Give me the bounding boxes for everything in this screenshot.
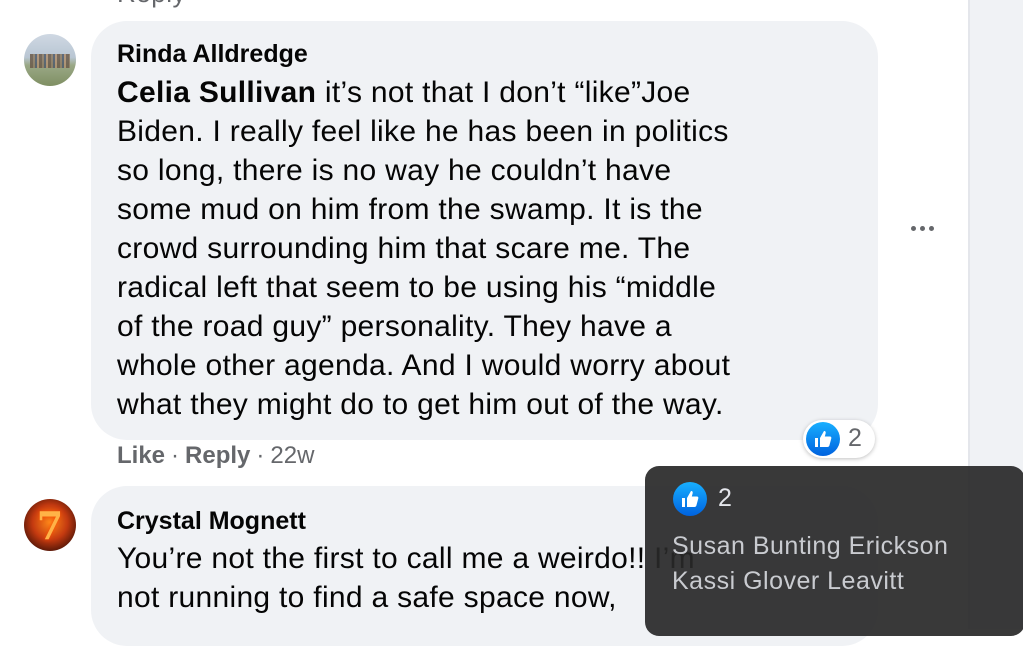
comment-line: crowd surrounding him that scare me. The — [117, 232, 691, 265]
tooltip-reaction-count: 2 — [718, 484, 732, 512]
comment-line: of the road guy” personality. They have … — [117, 310, 672, 343]
like-link[interactable]: Like — [117, 442, 165, 469]
comment-author[interactable]: Crystal Mognett — [117, 507, 306, 536]
like-icon — [806, 422, 840, 456]
comment-line: whole other agenda. And I would worry ab… — [117, 349, 731, 382]
separator: · — [256, 442, 265, 469]
reactor-name: Kassi Glover Leavitt — [672, 567, 905, 595]
comment-line: what they might do to get him out of the… — [117, 388, 724, 421]
comment-actions: Like · Reply · 22w — [117, 442, 314, 470]
reply-link[interactable]: Reply — [185, 442, 250, 469]
comment-line: so long, there is no way he couldn’t hav… — [117, 154, 672, 187]
mention-link[interactable]: Celia Sullivan — [117, 76, 316, 109]
comment-line: not running to find a safe space now, — [117, 581, 617, 614]
reactor-name: Susan Bunting Erickson — [672, 532, 949, 560]
comment-author[interactable]: Rinda Alldredge — [117, 40, 308, 69]
comment-text: You’re not the first to call me a weirdo… — [117, 539, 695, 617]
ellipsis-icon — [910, 225, 916, 231]
comment-line: Biden. I really feel like he has been in… — [117, 115, 729, 148]
separator: · — [171, 442, 180, 469]
like-icon — [673, 482, 707, 516]
previous-reply-link[interactable]: Reply — [117, 0, 186, 9]
reaction-count: 2 — [848, 424, 862, 452]
reaction-count-pill[interactable]: 2 — [803, 420, 875, 458]
more-options-button[interactable] — [902, 212, 942, 244]
comment-line: You’re not the first to call me a weirdo… — [117, 542, 695, 575]
comment-timestamp[interactable]: 22w — [270, 442, 314, 469]
avatar-crystal[interactable]: 7 — [24, 499, 76, 551]
comment-line: radical left that seem to be using his “… — [117, 271, 717, 304]
comment-text: Celia Sullivan it’s not that I don’t “li… — [117, 73, 730, 424]
comment-line: Celia Sullivan it’s not that I don’t “li… — [117, 76, 691, 109]
comment-line: some mud on him from the swamp. It is th… — [117, 193, 703, 226]
avatar-rinda[interactable] — [24, 34, 76, 86]
reactions-tooltip: 2 Susan Bunting Erickson Kassi Glover Le… — [645, 466, 1023, 636]
